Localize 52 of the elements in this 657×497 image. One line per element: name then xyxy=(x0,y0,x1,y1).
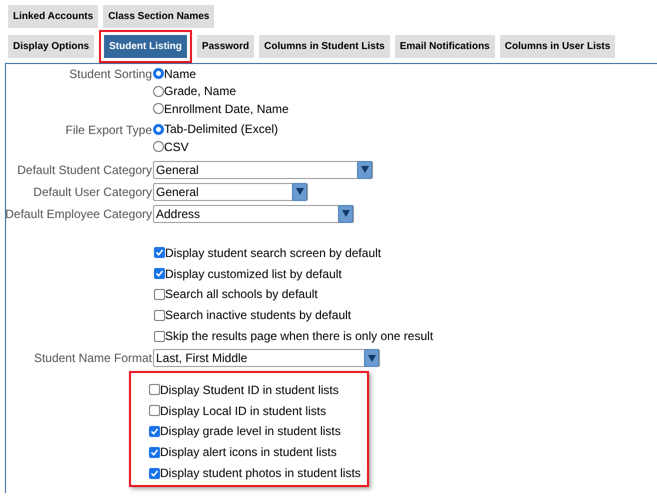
option-label: Grade, Name xyxy=(164,83,236,100)
dropdown[interactable]: Address xyxy=(153,204,354,222)
option-label: Name xyxy=(164,66,196,83)
checkbox[interactable] xyxy=(149,384,160,396)
checkbox[interactable] xyxy=(154,288,165,300)
tab[interactable]: Columns in User Lists xyxy=(500,35,616,58)
caret-icon xyxy=(364,349,379,368)
radio-button[interactable] xyxy=(153,103,164,114)
dropdown[interactable]: Last, First Middle xyxy=(153,349,380,368)
caret-icon xyxy=(357,160,372,178)
tab[interactable]: Linked Accounts xyxy=(8,5,98,28)
field-label: Default Employee Category xyxy=(5,206,152,222)
option-label: Display student search screen by default xyxy=(165,244,382,262)
caret-icon xyxy=(338,204,353,222)
tab[interactable]: Email Notifications xyxy=(394,35,495,58)
option-label: Display customized list by default xyxy=(165,266,342,283)
option-label: Search all schools by default xyxy=(165,286,318,304)
checkbox[interactable] xyxy=(154,310,165,321)
tab[interactable]: Class Section Names xyxy=(103,5,214,28)
option-label: Display Student ID in student lists xyxy=(160,382,339,399)
option-label: Search inactive students by default xyxy=(165,307,352,324)
option-label: Enrollment Date, Name xyxy=(164,100,289,118)
checkbox[interactable] xyxy=(149,446,160,458)
checkbox[interactable] xyxy=(149,468,160,479)
checkbox[interactable] xyxy=(149,405,160,416)
caret-icon xyxy=(292,182,307,200)
checkbox[interactable] xyxy=(154,268,165,280)
option-label: Skip the results page when there is only one result xyxy=(165,328,434,346)
checkbox[interactable] xyxy=(154,247,165,258)
checkbox[interactable] xyxy=(149,426,160,437)
radio-button[interactable] xyxy=(153,68,164,80)
dropdown[interactable]: General xyxy=(153,182,308,200)
radio-button[interactable] xyxy=(153,86,164,97)
dropdown[interactable]: General xyxy=(153,160,373,178)
option-label: Tab-Delimited (Excel) xyxy=(164,121,278,138)
option-label: CSV xyxy=(164,138,189,156)
tab[interactable]: Display Options xyxy=(8,35,94,58)
option-label: Display alert icons in student lists xyxy=(160,444,337,462)
field-label: Default User Category xyxy=(33,184,152,200)
radio-button[interactable] xyxy=(153,124,164,135)
option-label: Display grade level in student lists xyxy=(160,423,341,440)
tab[interactable]: Password xyxy=(196,35,254,58)
radio-button[interactable] xyxy=(153,141,164,152)
field-label: Default Student Category xyxy=(17,162,152,178)
checkbox[interactable] xyxy=(154,330,165,342)
field-label: File Export Type xyxy=(66,122,152,138)
option-label: Display student photos in student lists xyxy=(160,465,361,482)
tab[interactable]: Columns in Student Lists xyxy=(259,35,390,58)
field-label: Student Sorting xyxy=(69,66,152,83)
tab[interactable]: Student Listing xyxy=(104,35,187,58)
option-label: Display Local ID in student lists xyxy=(160,402,326,420)
field-label: Student Name Format xyxy=(34,350,152,368)
